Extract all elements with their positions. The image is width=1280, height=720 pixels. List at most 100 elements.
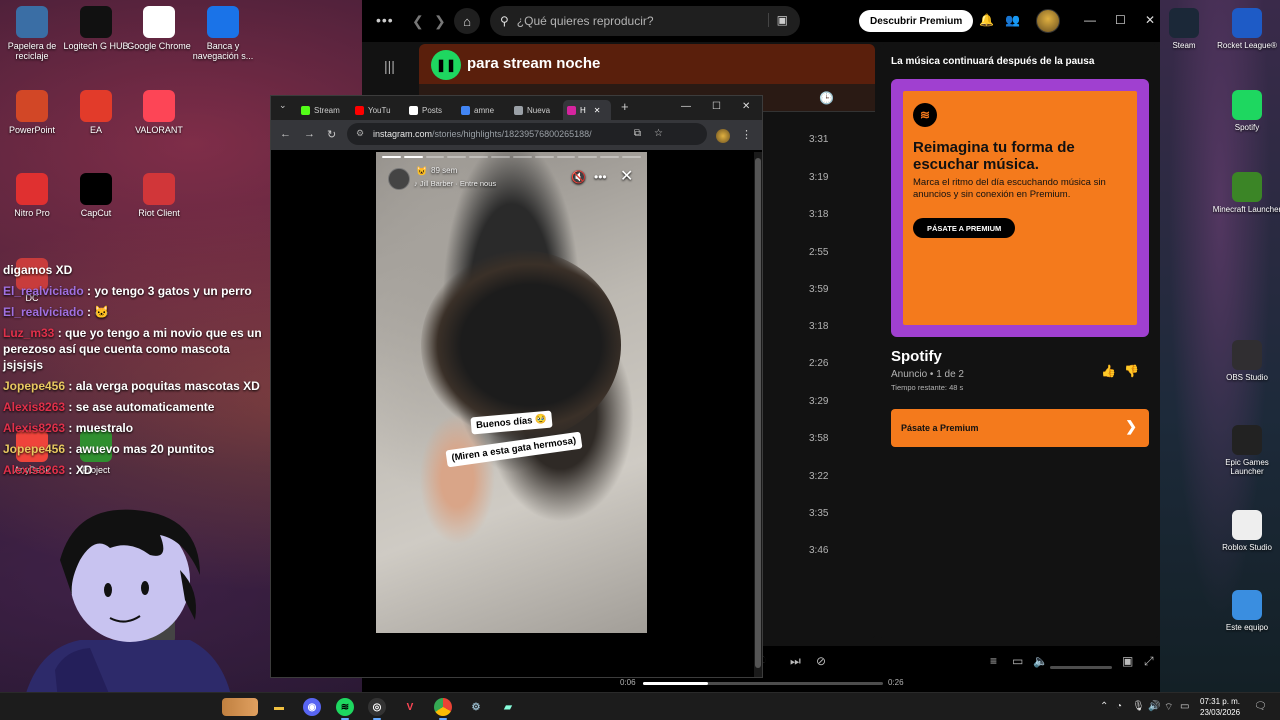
search-input[interactable]: ⚲ ¿Qué quieres reproducir? ▣ [490, 6, 800, 36]
browser-tab[interactable]: YouTu [351, 100, 403, 120]
chat-username: Luz_m33 [3, 326, 55, 340]
forward-arrow-icon[interactable]: ❯ [434, 13, 446, 30]
mic-icon[interactable]: 🎙 [1132, 701, 1145, 712]
close-tab-icon[interactable]: ✕ [594, 106, 601, 115]
story-avatar[interactable] [388, 168, 410, 190]
browser-tab[interactable]: Nueva [510, 100, 562, 120]
desktop-icon[interactable]: Minecraft Launcher [1208, 172, 1280, 214]
minimize-icon[interactable]: — [681, 101, 691, 112]
device-icon[interactable]: ▭ [1012, 654, 1023, 668]
tray-chevron-icon[interactable]: ⌃ [1100, 701, 1108, 712]
volume-icon[interactable]: 🔈 [1033, 654, 1048, 668]
tab-favicon-icon [355, 105, 364, 115]
browser-tab[interactable]: Posts [405, 100, 457, 120]
back-icon[interactable]: ← [280, 128, 291, 140]
chrome-taskbar-icon[interactable] [434, 698, 452, 720]
valorant-taskbar-icon[interactable]: V [401, 698, 419, 716]
site-info-icon[interactable]: ⚙ [356, 128, 364, 139]
scrollbar[interactable] [754, 152, 762, 677]
desktop-icon[interactable]: Banca y navegación s... [185, 6, 261, 61]
battery-icon[interactable]: ▭ [1180, 701, 1189, 712]
discover-premium-button[interactable]: Descubrir Premium [859, 10, 974, 32]
taskbar-thumbnail[interactable] [222, 698, 258, 716]
tray-app-icon[interactable]: ◔ [1116, 701, 1122, 712]
thumbs-down-icon[interactable]: 👎 [1124, 364, 1139, 378]
wifi-icon[interactable]: ⌔ [1164, 701, 1173, 714]
desktop-icon[interactable]: Spotify [1208, 90, 1280, 132]
scrollbar-thumb[interactable] [755, 158, 761, 668]
next-track-icon[interactable]: ⏭ [790, 654, 801, 669]
now-playing-panel: La música continuará después de la pausa… [880, 44, 1158, 640]
app-taskbar-icon[interactable]: ▰ [499, 698, 517, 716]
queue-icon[interactable]: ≡ [990, 654, 997, 668]
close-story-icon[interactable]: ✕ [620, 166, 633, 186]
reload-icon[interactable]: ↻ [327, 128, 336, 141]
obs-taskbar-icon[interactable]: ◎ [368, 698, 386, 720]
rocket-league-icon [1232, 8, 1262, 38]
track-duration: 3:58 [809, 433, 829, 444]
user-avatar[interactable] [1036, 9, 1060, 33]
browser-tab[interactable]: Stream [297, 100, 349, 120]
mute-icon[interactable]: 🔇 [571, 170, 586, 184]
spotify-taskbar-icon[interactable]: ≋ [336, 698, 354, 720]
desktop-icon[interactable]: VALORANT [121, 90, 197, 135]
instagram-story[interactable]: 😺 89 sem ♪ Jill Barber · Entre nous 🔇 ••… [376, 152, 647, 633]
progress-bar[interactable] [643, 682, 883, 685]
track-duration: 3:29 [809, 396, 829, 407]
story-progress-segment [600, 156, 620, 158]
chrome-menu-icon[interactable]: ⋮ [741, 128, 752, 141]
fullscreen-icon[interactable]: ⤢ [1144, 654, 1154, 669]
browser-tab[interactable]: H ✕ [563, 100, 611, 120]
minimize-icon[interactable]: — [1084, 13, 1096, 27]
more-options-icon[interactable]: ••• [594, 170, 607, 184]
desktop-icon[interactable]: Roblox Studio [1208, 510, 1280, 552]
install-icon[interactable]: ⧉ [634, 128, 641, 139]
steam-taskbar-icon[interactable]: ⚙ [467, 698, 485, 716]
track-duration: 3:59 [809, 284, 829, 295]
chat-message: Jopepe456 : ala verga poquitas mascotas … [3, 378, 273, 394]
library-icon[interactable]: ||| [384, 58, 395, 74]
pause-button[interactable]: ❚❚ [431, 50, 461, 80]
maximize-icon[interactable]: ☐ [1115, 13, 1126, 27]
notification-icon[interactable]: 🗨 [1254, 701, 1267, 712]
block-icon[interactable]: ⊘ [816, 654, 826, 668]
go-premium-bar[interactable]: Pásate a Premium ❯ [891, 409, 1149, 447]
volume-slider[interactable] [1050, 666, 1112, 669]
bell-icon[interactable]: 🔔 [979, 13, 994, 27]
thumbs-up-icon[interactable]: 👍 [1101, 364, 1116, 378]
browse-icon[interactable]: ▣ [767, 13, 788, 27]
forward-icon[interactable]: → [304, 128, 315, 140]
desktop-icon[interactable]: Riot Client [121, 173, 197, 218]
system-clock[interactable]: 07:31 p. m. 23/03/2026 [1200, 696, 1240, 718]
home-button[interactable]: ⌂ [454, 8, 480, 34]
search-placeholder: ¿Qué quieres reproducir? [516, 14, 654, 28]
maximize-icon[interactable]: ☐ [712, 101, 721, 112]
new-tab-icon[interactable]: + [621, 99, 629, 114]
desktop-icon[interactable]: Rocket League® [1208, 8, 1280, 50]
valorant-icon [143, 90, 175, 122]
miniplayer-icon[interactable]: ▣ [1122, 654, 1133, 668]
track-duration: 2:26 [809, 358, 829, 369]
browser-tab[interactable]: amne [457, 100, 509, 120]
desktop-icon[interactable]: Epic Games Launcher [1208, 425, 1280, 476]
tab-label: Nueva [527, 105, 551, 115]
close-icon[interactable]: ✕ [742, 101, 750, 112]
bookmark-star-icon[interactable]: ☆ [654, 128, 663, 139]
track-duration: 2:55 [809, 247, 829, 258]
tab-search-icon[interactable]: ⌄ [279, 100, 287, 111]
desktop-icon[interactable]: Este equipo [1208, 590, 1280, 632]
pause-icon: ❚❚ [435, 58, 457, 72]
ad-card[interactable]: ≋ Reimagina tu forma de escuchar música.… [891, 79, 1149, 337]
cat-photo [421, 250, 621, 440]
discord-icon[interactable]: ◉ [303, 698, 321, 716]
desktop-icon[interactable]: OBS Studio [1208, 340, 1280, 382]
address-bar[interactable]: ⚙ instagram.com/stories/highlights/18239… [347, 123, 707, 145]
file-explorer-icon[interactable]: ▬ [270, 698, 288, 716]
menu-dots-icon[interactable]: ••• [376, 12, 394, 28]
ad-premium-button[interactable]: PÁSATE A PREMIUM [913, 218, 1016, 238]
speaker-icon[interactable]: 🔊 [1148, 701, 1160, 712]
toolbar: ← → ↻ ⚙ instagram.com/stories/highlights… [271, 120, 762, 150]
back-arrow-icon[interactable]: ❮ [412, 13, 424, 30]
friends-icon[interactable]: 👥 [1005, 13, 1020, 27]
profile-avatar[interactable] [716, 129, 730, 143]
